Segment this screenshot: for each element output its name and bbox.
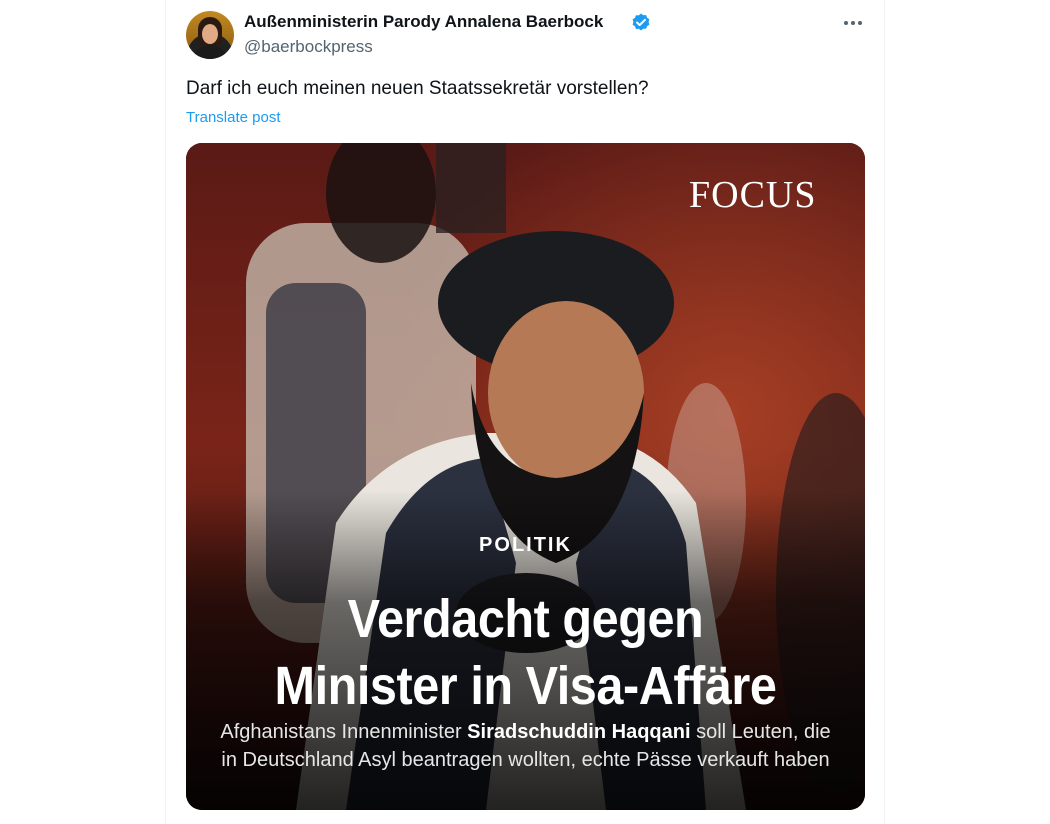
article-kicker: POLITIK <box>479 534 572 556</box>
verified-badge-icon <box>632 13 650 31</box>
tweet-card[interactable]: Außenministerin Parody Annalena Baerbock… <box>165 0 885 824</box>
avatar[interactable] <box>186 11 234 59</box>
headline-line-2: Minister in Visa-Affäre <box>274 656 777 716</box>
user-handle[interactable]: @baerbockpress <box>244 37 373 57</box>
subtext-suffix: soll Leuten, die <box>690 721 831 743</box>
tweet-text: Darf ich euch meinen neuen Staatssekretä… <box>186 78 649 99</box>
avatar-face <box>202 24 218 44</box>
more-options-icon[interactable] <box>836 10 870 36</box>
focus-logo: FOCUS <box>689 174 817 216</box>
dot <box>858 21 862 25</box>
translate-post-link[interactable]: Translate post <box>186 109 281 126</box>
dot <box>851 21 855 25</box>
headline-line-1: Verdacht gegen <box>347 589 704 649</box>
dot <box>844 21 848 25</box>
avatar-body <box>192 45 228 59</box>
tweet-media-image[interactable]: FOCUS POLITIK Verdacht gegen Minister in… <box>186 143 865 810</box>
subtext-prefix: Afghanistans Innenminister <box>220 721 468 743</box>
page: Außenministerin Parody Annalena Baerbock… <box>0 0 1050 824</box>
subtext-name: Siradschuddin Haqqani <box>467 721 691 743</box>
subtext-line-1: Afghanistans Innenminister Siradschuddin… <box>186 721 865 744</box>
display-name[interactable]: Außenministerin Parody Annalena Baerbock <box>244 12 603 32</box>
subtext-line-2: in Deutschland Asyl beantragen wollten, … <box>221 749 830 771</box>
